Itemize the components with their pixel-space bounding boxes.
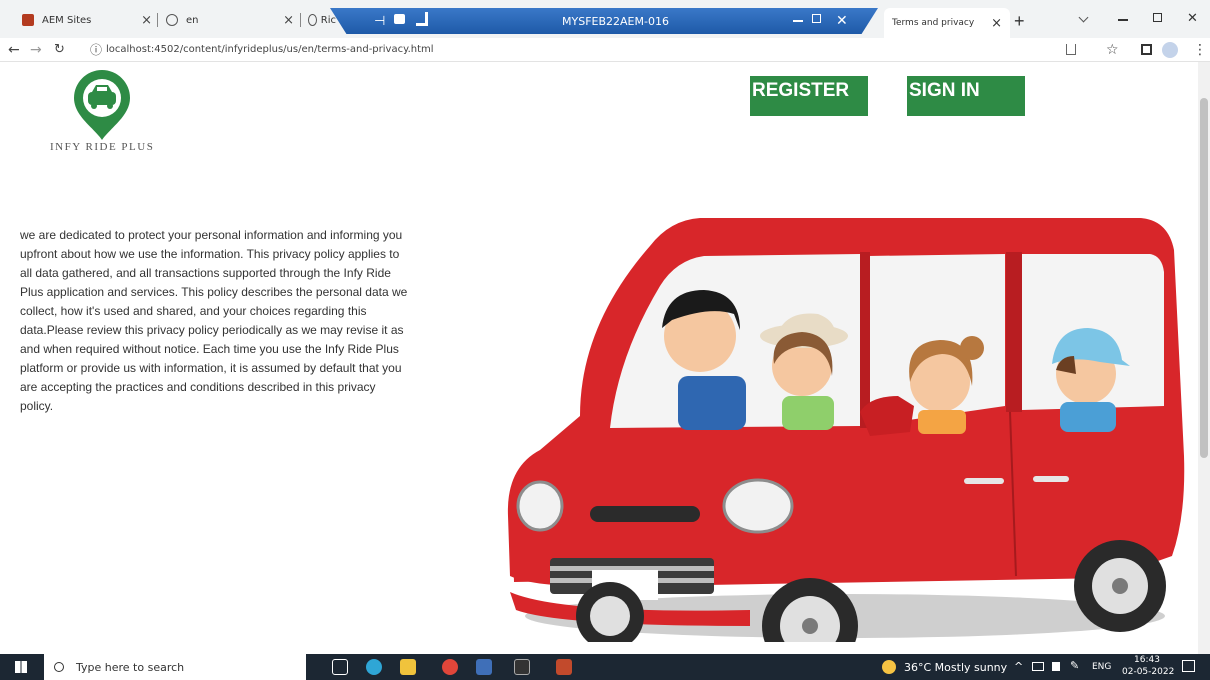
menu-kebab-icon[interactable]: ⋮: [1193, 42, 1207, 58]
clock-date[interactable]: 02-05-2022: [1122, 667, 1174, 677]
remote-session-title: MYSFEB22AEM-016: [562, 14, 669, 28]
page-scrollbar[interactable]: [1198, 62, 1210, 654]
file-explorer-icon[interactable]: [400, 659, 416, 675]
privacy-policy-text: we are dedicated to protect your persona…: [20, 228, 408, 413]
clock-time[interactable]: 16:43: [1134, 655, 1160, 665]
tab-en[interactable]: en ×: [166, 6, 294, 34]
site-info-icon[interactable]: ⓘ: [90, 41, 102, 58]
family-car-illustration: [507, 218, 1185, 642]
close-tab-icon[interactable]: ×: [283, 13, 294, 28]
tray-chevron-up-icon[interactable]: ^: [1014, 660, 1023, 673]
pin-icon[interactable]: ⊣: [374, 14, 385, 29]
pen-icon[interactable]: ✎: [1070, 659, 1079, 672]
tab-separator: [157, 13, 158, 27]
tab-separator: [300, 13, 301, 27]
tab-label: AEM Sites: [42, 14, 92, 26]
remote-desktop-bar: ⊣ MYSFEB22AEM-016 ✕: [330, 8, 878, 34]
taskbar-search-box[interactable]: Type here to search: [44, 654, 306, 680]
terminal-icon[interactable]: [514, 659, 530, 675]
globe-icon: [166, 14, 178, 26]
new-tab-button[interactable]: +: [1014, 11, 1025, 32]
infy-ride-plus-logo-icon[interactable]: [70, 66, 134, 142]
tab-terms-and-privacy[interactable]: Terms and privacy ×: [884, 8, 1010, 38]
app-icon[interactable]: [476, 659, 492, 675]
close-tab-icon[interactable]: ×: [141, 13, 152, 28]
scrollbar-thumb[interactable]: [1200, 98, 1208, 458]
language-indicator[interactable]: ENG: [1092, 662, 1111, 672]
search-icon: [54, 662, 64, 672]
chrome-icon[interactable]: [442, 659, 458, 675]
profile-avatar-icon[interactable]: [1162, 42, 1178, 58]
search-placeholder: Type here to search: [76, 660, 185, 674]
network-icon[interactable]: [1032, 662, 1044, 671]
tab-label: Terms and privacy: [892, 18, 975, 28]
signal-icon: [416, 12, 428, 26]
sign-in-button[interactable]: SIGN IN: [907, 76, 1025, 116]
tab-label: Ric: [320, 14, 336, 26]
weather-icon: [882, 660, 896, 674]
edge-browser-icon[interactable]: [366, 659, 382, 675]
tab-aem-sites[interactable]: AEM Sites ×: [22, 6, 152, 34]
tab-search-icon[interactable]: [1078, 12, 1089, 23]
settings-app-icon[interactable]: [556, 659, 572, 675]
register-button[interactable]: REGISTER: [750, 76, 868, 116]
browser-tab-strip: AEM Sites × en × Ric ⊣ MYSFEB22AEM-016 ✕…: [0, 0, 1210, 38]
lock-icon: [394, 14, 405, 24]
notifications-icon[interactable]: [1182, 660, 1195, 672]
weather-text[interactable]: 36°C Mostly sunny: [904, 661, 1007, 674]
window-minimize-icon[interactable]: [1118, 19, 1128, 21]
minimize-icon[interactable]: [793, 20, 803, 22]
page-content: INFY RIDE PLUS REGISTER SIGN IN we are d…: [0, 62, 1198, 654]
windows-start-icon[interactable]: [15, 661, 27, 673]
volume-icon[interactable]: [1052, 662, 1060, 671]
bookmark-star-icon[interactable]: ☆: [1106, 42, 1119, 58]
globe-icon: [308, 14, 317, 26]
task-view-icon[interactable]: [332, 659, 348, 675]
url-text[interactable]: localhost:4502/content/infyrideplus/us/e…: [106, 44, 434, 55]
restore-icon[interactable]: [812, 14, 821, 23]
windows-taskbar: Type here to search 36°C Mostly sunny ^ …: [0, 654, 1210, 680]
reload-icon[interactable]: ↻: [54, 42, 65, 57]
forward-arrow-icon[interactable]: →: [30, 42, 42, 58]
back-arrow-icon[interactable]: ←: [8, 42, 20, 58]
side-panel-icon[interactable]: [1141, 44, 1152, 55]
logo-text: INFY RIDE PLUS: [50, 141, 155, 153]
address-bar: ← → ↻ ⓘ localhost:4502/content/infyridep…: [0, 38, 1210, 62]
window-restore-icon[interactable]: [1153, 13, 1162, 22]
close-icon[interactable]: ✕: [836, 13, 848, 29]
aem-icon: [22, 14, 34, 26]
close-tab-icon[interactable]: ×: [991, 16, 1002, 31]
tab-label: en: [186, 14, 199, 26]
share-icon[interactable]: [1066, 44, 1076, 55]
window-close-icon[interactable]: ✕: [1187, 10, 1198, 26]
